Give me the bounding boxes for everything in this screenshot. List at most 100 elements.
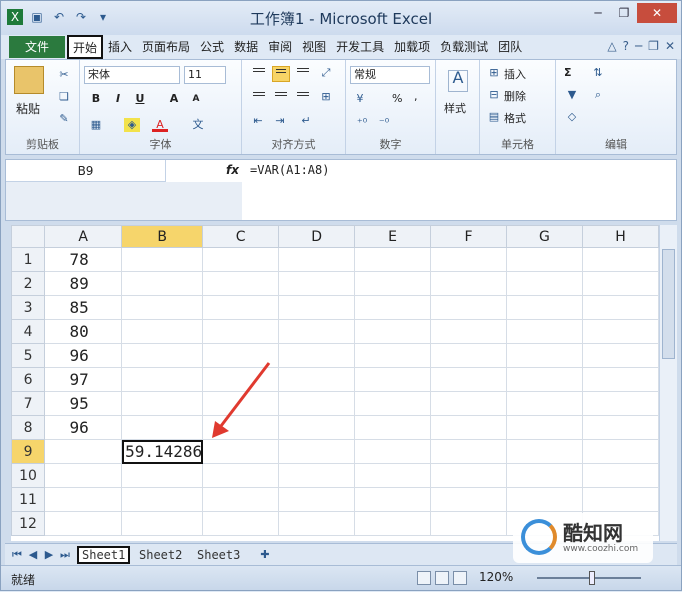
cell[interactable] [278,439,356,464]
cell[interactable] [581,415,659,440]
cell[interactable] [278,391,356,416]
maximize-icon[interactable]: ❐ [611,3,637,23]
cell-a5[interactable]: 96 [44,343,123,368]
clear-icon[interactable]: ◇ [564,110,580,124]
cell[interactable] [202,391,280,416]
cell-a3[interactable]: 85 [44,295,123,320]
row-header[interactable]: 9 [11,439,46,464]
formula-input[interactable]: =VAR(A1:A8) [250,163,329,177]
ribbon-tab[interactable]: 数据 [229,35,263,59]
paste-icon[interactable] [14,66,44,94]
cell[interactable] [354,439,432,464]
ribbon-tab[interactable]: 开发工具 [331,35,389,59]
cell[interactable] [430,463,507,488]
select-all-corner[interactable] [11,225,46,248]
cell[interactable] [354,391,432,416]
cell[interactable] [202,439,280,464]
cell[interactable] [202,319,280,344]
cell[interactable] [278,271,356,296]
decrease-decimal-icon[interactable]: ⁻⁰ [376,116,392,130]
cell[interactable] [430,391,507,416]
cell[interactable] [505,391,583,416]
align-left-icon[interactable] [250,90,268,106]
cell[interactable] [121,247,204,272]
styles-icon[interactable]: A [448,70,468,92]
fill-icon[interactable]: ▼ [564,88,580,102]
delete-cells-icon[interactable]: ⊟ [486,88,502,102]
cell[interactable] [354,487,432,512]
row-header[interactable]: 6 [11,367,46,392]
normal-view-icon[interactable] [417,571,431,585]
cell-a6[interactable]: 97 [44,367,123,392]
column-header[interactable]: F [430,225,507,248]
cell[interactable] [278,247,356,272]
help-icon[interactable]: ? [623,39,629,53]
cell[interactable] [44,511,123,536]
cell[interactable] [581,247,659,272]
copy-icon[interactable]: ❏ [56,90,72,104]
ribbon-tab[interactable]: 负载测试 [435,35,493,59]
cell[interactable] [278,367,356,392]
number-format-select[interactable]: 常规 [350,66,430,84]
cell[interactable] [430,367,507,392]
comma-button[interactable]: , [414,90,418,103]
align-right-icon[interactable] [294,90,312,106]
cell[interactable] [121,391,204,416]
sheet-tab[interactable]: Sheet3 [193,546,244,564]
cell[interactable] [202,343,280,368]
cell[interactable] [354,511,432,536]
cell[interactable] [202,415,280,440]
column-header[interactable]: E [354,225,432,248]
font-size-select[interactable]: 11 [184,66,226,84]
orientation-icon[interactable]: ⤢ [318,66,334,80]
cell[interactable] [121,319,204,344]
ribbon-tab[interactable]: 审阅 [263,35,297,59]
ribbon-tab[interactable]: 加载项 [389,35,435,59]
font-name-select[interactable]: 宋体 [84,66,180,84]
cell[interactable] [354,271,432,296]
row-header[interactable]: 10 [11,463,46,488]
cell[interactable] [202,247,280,272]
cell[interactable] [121,295,204,320]
cell[interactable] [202,463,280,488]
cell[interactable] [430,511,507,536]
cell[interactable] [505,295,583,320]
insert-sheet-icon[interactable]: ✚ [257,548,273,562]
ribbon-tab[interactable]: 公式 [195,35,229,59]
cell[interactable] [581,295,659,320]
underline-button[interactable]: U [132,92,148,105]
paste-button[interactable]: 粘贴 [16,100,40,117]
cell[interactable] [278,487,356,512]
ribbon-tab[interactable]: 团队 [493,35,527,59]
cell[interactable] [430,247,507,272]
cell[interactable] [121,463,204,488]
cell-a4[interactable]: 80 [44,319,123,344]
cell[interactable] [581,319,659,344]
format-cells-button[interactable]: 格式 [504,110,526,126]
cell[interactable] [354,319,432,344]
page-break-view-icon[interactable] [453,571,467,585]
file-tab[interactable]: 文件 [9,36,65,58]
cell[interactable] [121,511,204,536]
delete-cells-button[interactable]: 删除 [504,88,526,104]
align-center-icon[interactable] [272,90,290,106]
cell-a8[interactable]: 96 [44,415,123,440]
sort-filter-icon[interactable]: ⇅ [590,66,606,80]
ribbon-tab[interactable]: 视图 [297,35,331,59]
cell[interactable] [430,439,507,464]
row-header[interactable]: 3 [11,295,46,320]
cell[interactable] [430,271,507,296]
row-header[interactable]: 12 [11,511,46,536]
merge-center-icon[interactable]: ⊞ [318,90,334,104]
cell[interactable] [354,415,432,440]
font-color-icon[interactable]: A [152,118,168,132]
cell[interactable] [44,439,123,464]
wrap-text-icon[interactable]: ↵ [298,114,314,128]
cell[interactable] [121,271,204,296]
row-header[interactable]: 5 [11,343,46,368]
cell-a1[interactable]: 78 [44,247,123,272]
cell[interactable] [44,463,123,488]
cell[interactable] [202,271,280,296]
grow-font-icon[interactable]: A [166,92,182,105]
increase-indent-icon[interactable]: ⇥ [272,114,288,128]
